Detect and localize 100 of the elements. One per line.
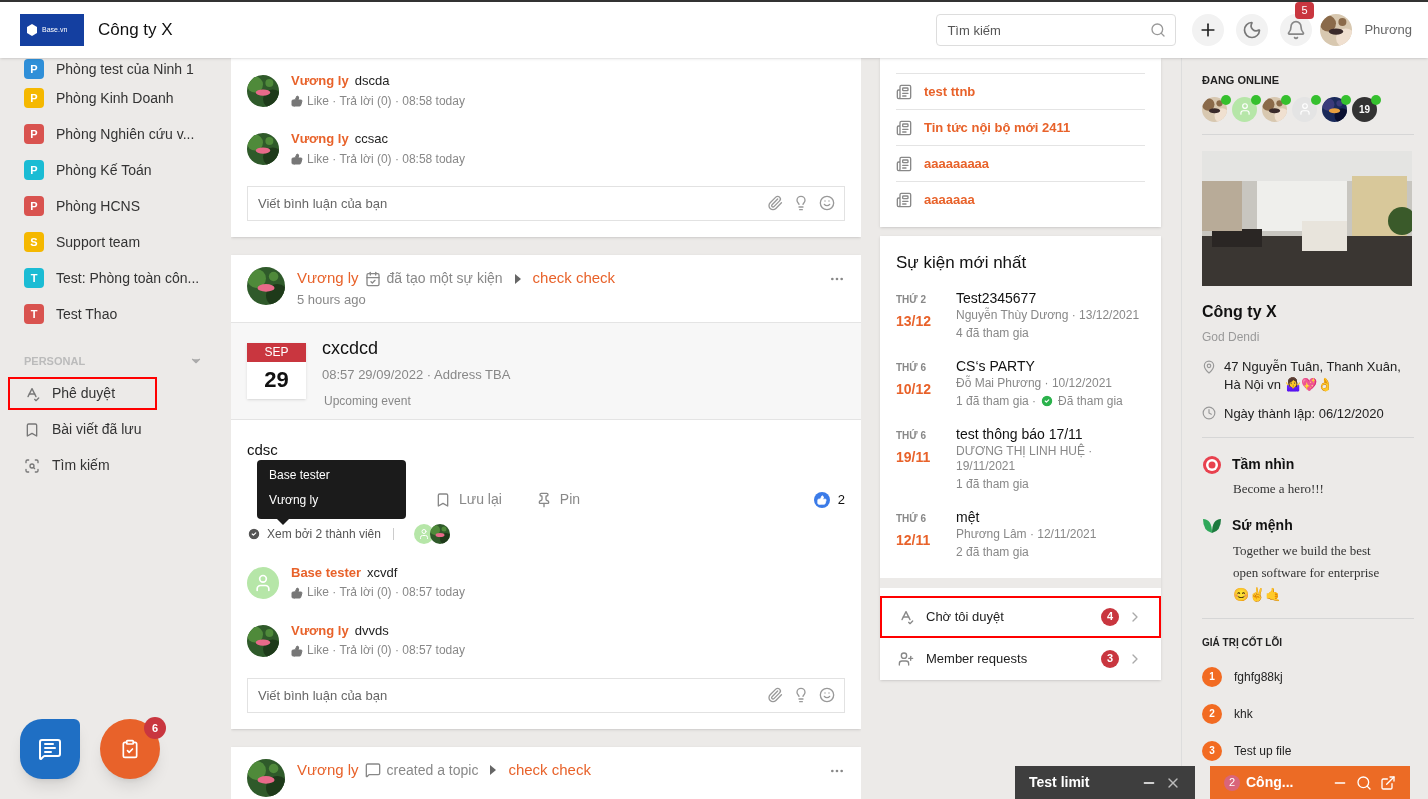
group-item[interactable]: T Test: Phòng toàn côn... bbox=[24, 260, 203, 296]
group-letter-icon: T bbox=[24, 268, 44, 288]
values-title: GIÁ TRỊ CỐT LÕI bbox=[1202, 635, 1283, 650]
comment-meta: Like · Trả lời (0) · 08:57 today bbox=[307, 585, 465, 601]
newspaper-icon bbox=[896, 155, 912, 172]
event-title[interactable]: Test2345677 bbox=[956, 287, 1140, 308]
post-action: đã tạo một sự kiện bbox=[386, 269, 503, 288]
group-item[interactable]: T Test Thao bbox=[24, 296, 203, 332]
event-day: 29 bbox=[247, 361, 306, 398]
search-icon[interactable] bbox=[1356, 774, 1372, 791]
group-item[interactable]: P Phòng HCNS bbox=[24, 188, 203, 224]
bookmark-icon bbox=[24, 421, 40, 438]
event-title[interactable]: test thông báo 17/11 bbox=[956, 423, 1145, 444]
event-date: 19/11 bbox=[896, 447, 932, 467]
founded-date: Ngày thành lập: 06/12/2020 bbox=[1224, 404, 1384, 423]
notifications-button[interactable] bbox=[1280, 14, 1313, 46]
tasks-button[interactable] bbox=[100, 719, 160, 779]
caret-icon bbox=[514, 273, 521, 284]
group-letter-icon: P bbox=[24, 88, 44, 108]
thumbs-up-icon[interactable] bbox=[291, 644, 303, 657]
online-count[interactable]: 19 bbox=[1352, 96, 1377, 122]
pin-button[interactable]: Pin bbox=[535, 489, 581, 510]
vision-text: Become a hero!!! bbox=[1233, 480, 1325, 498]
value-label: khk bbox=[1234, 705, 1253, 723]
chat-button[interactable] bbox=[20, 719, 80, 779]
value-label: fghfg88kj bbox=[1234, 668, 1283, 686]
group-item[interactable]: P Phòng Nghiên cứu v... bbox=[24, 116, 203, 152]
comment-field[interactable]: Viết bình luận của bạn bbox=[247, 677, 845, 713]
viewer-avatar bbox=[413, 523, 434, 544]
moon-icon bbox=[1242, 20, 1263, 40]
paperclip-icon[interactable] bbox=[767, 686, 783, 703]
lightbulb-icon[interactable] bbox=[793, 195, 809, 211]
comment-meta: Like · Trả lời (0) · 08:58 today bbox=[307, 151, 465, 167]
approval-link[interactable]: Chờ tôi duyệt 4 bbox=[880, 595, 1161, 638]
thumbs-up-icon[interactable] bbox=[291, 586, 303, 599]
group-item[interactable]: S Support team bbox=[24, 224, 203, 260]
personal-item[interactable]: Tìm kiếm bbox=[8, 449, 157, 482]
online-avatar[interactable] bbox=[1232, 96, 1257, 122]
group-item[interactable]: P Phòng Kinh Doanh bbox=[24, 80, 203, 116]
event-organizer: Đỗ Mai Phương · 10/12/2021 bbox=[956, 375, 1113, 391]
user-name[interactable]: Phương bbox=[1364, 20, 1412, 40]
personal-item[interactable]: Bài viết đã lưu bbox=[8, 413, 157, 446]
comment-meta: Like · Trả lời (0) · 08:58 today bbox=[307, 93, 465, 109]
event-weekday: THỨ 6 bbox=[896, 428, 927, 443]
company-slogan: God Dendi bbox=[1202, 328, 1261, 346]
event-title[interactable]: mệt bbox=[956, 506, 1097, 527]
clipboard-check-icon bbox=[120, 739, 140, 759]
chat-window-bar[interactable]: Test limit bbox=[1015, 766, 1195, 799]
person-icon bbox=[253, 572, 273, 593]
notification-count: 5 bbox=[1295, 2, 1314, 19]
dark-mode-button[interactable] bbox=[1236, 14, 1269, 46]
spell-check-icon bbox=[898, 608, 914, 625]
post-target[interactable]: check check bbox=[508, 758, 591, 782]
personal-item[interactable]: Phê duyệt bbox=[8, 377, 157, 410]
count-badge: 4 bbox=[1101, 607, 1119, 626]
group-item[interactable]: P Phòng Kế Toán bbox=[24, 152, 203, 188]
event-attendees: 4 đã tham gia bbox=[956, 324, 1029, 342]
comment-text: dvvds bbox=[354, 622, 389, 640]
smiley-icon[interactable] bbox=[819, 686, 835, 703]
comment-text: xcvdf bbox=[367, 564, 398, 582]
group-item[interactable]: P Phòng test của Ninh 1 bbox=[24, 58, 203, 80]
target-icon bbox=[1202, 454, 1222, 475]
group-letter-icon: S bbox=[24, 232, 44, 252]
event-weekday: THỨ 6 bbox=[896, 511, 927, 526]
smiley-icon[interactable] bbox=[819, 195, 835, 211]
like-count[interactable]: 2 bbox=[837, 489, 845, 510]
value-number: 2 bbox=[1202, 703, 1222, 724]
like-reaction-icon[interactable] bbox=[813, 491, 830, 508]
link-label: Member requests bbox=[926, 649, 1028, 668]
chat-window-title: Công... bbox=[1246, 773, 1294, 792]
event-title[interactable]: CS‘s PARTY bbox=[956, 355, 1123, 376]
user-plus-icon bbox=[898, 650, 914, 667]
vision-title: Tầm nhìn bbox=[1232, 455, 1295, 474]
comment-field[interactable]: Viết bình luận của bạn bbox=[247, 186, 845, 221]
pop-out-icon[interactable] bbox=[1380, 774, 1396, 791]
paperclip-icon[interactable] bbox=[767, 195, 783, 211]
tooltip-text: Base tester bbox=[269, 467, 331, 483]
post-target[interactable]: check check bbox=[532, 267, 616, 290]
tooltip-text: Vương ly bbox=[269, 492, 320, 508]
task-count: 6 bbox=[144, 717, 166, 739]
post-body: cdsc bbox=[246, 439, 279, 460]
check-circle-icon bbox=[1040, 393, 1055, 408]
event-title[interactable]: cxcdcd bbox=[322, 334, 511, 361]
thumbs-up-icon[interactable] bbox=[291, 153, 303, 166]
value-number: 3 bbox=[1202, 740, 1222, 761]
thumbs-up-icon[interactable] bbox=[291, 95, 303, 108]
save-button[interactable]: Lưu lại bbox=[435, 489, 502, 510]
search-field[interactable]: Tìm kiếm bbox=[936, 14, 1177, 46]
post-time: 5 hours ago bbox=[297, 291, 367, 309]
post-action: created a topic bbox=[386, 760, 479, 780]
add-button[interactable] bbox=[1192, 14, 1225, 46]
comment-text: dscda bbox=[354, 73, 390, 90]
lightbulb-icon[interactable] bbox=[793, 686, 809, 703]
newspaper-icon bbox=[896, 191, 912, 208]
group-letter-icon: P bbox=[24, 160, 44, 180]
event-date: 12/11 bbox=[896, 530, 932, 550]
seen-by-text[interactable]: Xem bởi 2 thành viên bbox=[267, 524, 381, 543]
online-avatar[interactable] bbox=[1292, 96, 1317, 122]
company-title: Công ty X bbox=[1202, 301, 1278, 322]
approval-link[interactable]: Member requests 3 bbox=[880, 637, 1161, 680]
